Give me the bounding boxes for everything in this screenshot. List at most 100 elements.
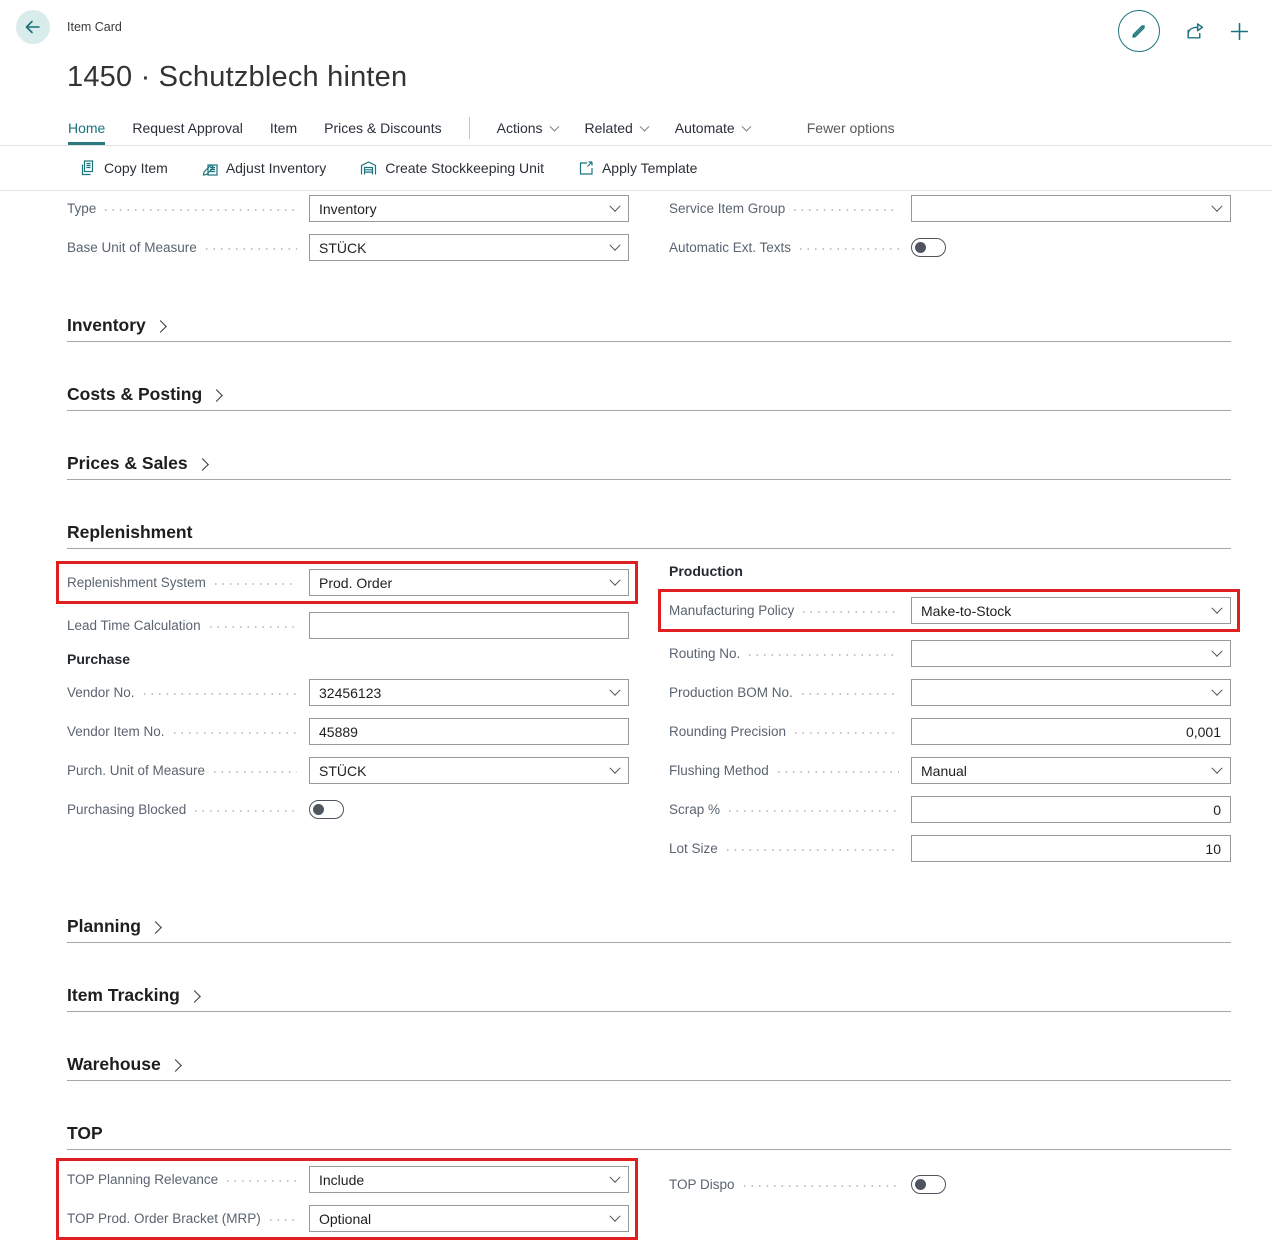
edit-button[interactable] [1118, 10, 1160, 52]
adjust-inventory-button[interactable]: Adjust Inventory [202, 160, 326, 176]
field-label-wrap: Manufacturing Policy [669, 603, 911, 618]
toggle-knob [313, 804, 324, 815]
field-value: STÜCK [319, 240, 603, 256]
field-label-wrap: TOP Prod. Order Bracket (MRP) [67, 1211, 309, 1226]
replenishment-left-column: Replenishment System Prod. Order Lead Ti… [67, 561, 629, 835]
toggle-knob [915, 1179, 926, 1190]
section-inventory[interactable]: Inventory [67, 315, 1231, 342]
base-unit-of-measure-combobox[interactable]: STÜCK [309, 234, 629, 261]
field-label: TOP Planning Relevance [67, 1172, 218, 1187]
section-title: Costs & Posting [67, 384, 202, 405]
section-planning[interactable]: Planning [67, 916, 1231, 943]
highlight-box-manufacturing-policy: Manufacturing Policy Make-to-Stock [658, 589, 1240, 632]
field-label: Lot Size [669, 841, 718, 856]
top-prod-order-bracket-combobox[interactable]: Optional [309, 1205, 629, 1232]
share-button[interactable] [1184, 21, 1205, 42]
tab-item[interactable]: Item [270, 116, 297, 145]
plus-icon [1229, 21, 1250, 42]
section-title: Replenishment [67, 522, 192, 543]
section-prices-sales[interactable]: Prices & Sales [67, 453, 1231, 480]
fewer-options-button[interactable]: Fewer options [807, 116, 895, 145]
chevron-down-icon [1211, 645, 1222, 656]
section-costs-posting[interactable]: Costs & Posting [67, 384, 1231, 411]
chevron-down-icon [1211, 602, 1222, 613]
field-label: Service Item Group [669, 201, 785, 216]
type-combobox[interactable]: Inventory [309, 195, 629, 222]
service-item-group-combobox[interactable] [911, 195, 1231, 222]
field-label: Scrap % [669, 802, 720, 817]
chevron-down-icon [609, 239, 620, 250]
create-stockkeeping-unit-button[interactable]: Create Stockkeeping Unit [360, 160, 544, 176]
page-action-icons [1118, 10, 1256, 52]
top-planning-relevance-combobox[interactable]: Include [309, 1166, 629, 1193]
field-label-wrap: Lot Size [669, 841, 911, 856]
toggle-holder [911, 238, 1231, 257]
production-bom-no-combobox[interactable] [911, 679, 1231, 706]
ribbon-tabs: Home Request Approval Item Prices & Disc… [68, 116, 1272, 145]
field-label: Replenishment System [67, 575, 206, 590]
section-warehouse[interactable]: Warehouse [67, 1054, 1231, 1081]
section-top[interactable]: TOP [67, 1123, 1231, 1150]
purchasing-blocked-toggle[interactable] [309, 800, 344, 819]
field-row: Flushing Method Manual [669, 757, 1231, 784]
menu-actions[interactable]: Actions [497, 116, 558, 145]
field-row: Type Inventory [67, 195, 629, 222]
field-row: Production BOM No. [669, 679, 1231, 706]
lot-size-input[interactable]: 10 [911, 835, 1231, 862]
flushing-method-combobox[interactable]: Manual [911, 757, 1231, 784]
apply-template-button[interactable]: Apply Template [578, 160, 697, 176]
field-label: Production BOM No. [669, 685, 793, 700]
dotted-leader [749, 654, 899, 656]
field-label-wrap: Type [67, 201, 309, 216]
lead-time-calculation-input[interactable] [309, 612, 629, 639]
chevron-right-icon [154, 320, 167, 333]
top-left-column: TOP Planning Relevance Include TOP Prod.… [67, 1158, 629, 1248]
field-label: Base Unit of Measure [67, 240, 197, 255]
dotted-leader [210, 626, 297, 628]
field-label-wrap: Lead Time Calculation [67, 618, 309, 633]
field-label: Rounding Precision [669, 724, 786, 739]
replenishment-system-combobox[interactable]: Prod. Order [309, 569, 629, 596]
rounding-precision-input[interactable]: 0,001 [911, 718, 1231, 745]
tab-home[interactable]: Home [68, 116, 105, 145]
section-item-tracking[interactable]: Item Tracking [67, 985, 1231, 1012]
field-label: Purch. Unit of Measure [67, 763, 205, 778]
dotted-leader [778, 771, 899, 773]
field-label: Type [67, 201, 96, 216]
chevron-down-icon [609, 200, 620, 211]
back-button[interactable] [16, 10, 50, 44]
purch-unit-of-measure-combobox[interactable]: STÜCK [309, 757, 629, 784]
field-row: Lot Size 10 [669, 835, 1231, 862]
automatic-ext-texts-toggle[interactable] [911, 238, 946, 257]
field-label-wrap: Automatic Ext. Texts [669, 240, 911, 255]
dotted-leader [195, 810, 297, 812]
field-row: Service Item Group [669, 195, 1231, 222]
section-replenishment[interactable]: Replenishment [67, 522, 1231, 549]
dotted-leader [174, 732, 297, 734]
field-value: Prod. Order [319, 575, 603, 591]
manufacturing-policy-combobox[interactable]: Make-to-Stock [911, 597, 1231, 624]
copy-item-button[interactable]: Copy Item [80, 160, 168, 176]
dotted-leader [802, 693, 899, 695]
top-dispo-toggle[interactable] [911, 1175, 946, 1194]
scrap-percent-input[interactable]: 0 [911, 796, 1231, 823]
tab-request-approval[interactable]: Request Approval [132, 116, 243, 145]
general-left-column: Type Inventory Base Unit of Measure STÜC… [67, 195, 629, 273]
share-icon [1184, 21, 1205, 42]
tab-prices-discounts[interactable]: Prices & Discounts [324, 116, 441, 145]
dotted-leader [206, 248, 297, 250]
vendor-no-combobox[interactable]: 32456123 [309, 679, 629, 706]
field-value: Inventory [319, 201, 603, 217]
routing-no-combobox[interactable] [911, 640, 1231, 667]
field-value: Manual [921, 763, 1205, 779]
page-title: 1450 · Schutzblech hinten [67, 61, 1272, 94]
section-title: Item Tracking [67, 985, 180, 1006]
menu-automate[interactable]: Automate [675, 116, 750, 145]
general-fields: Type Inventory Base Unit of Measure STÜC… [67, 191, 1231, 273]
field-value: Make-to-Stock [921, 603, 1205, 619]
vendor-item-no-input[interactable]: 45889 [309, 718, 629, 745]
toggle-holder [309, 800, 629, 819]
field-label: Routing No. [669, 646, 740, 661]
menu-related[interactable]: Related [585, 116, 648, 145]
add-button[interactable] [1229, 21, 1250, 42]
